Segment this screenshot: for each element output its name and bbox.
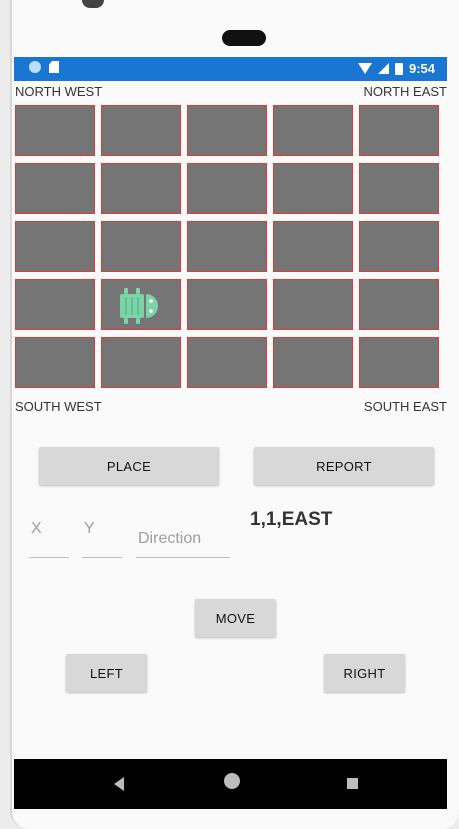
- left-button[interactable]: LEFT: [66, 654, 147, 692]
- board-cell: [15, 105, 95, 156]
- board-cell: [187, 221, 267, 272]
- device-bezel: [12, 0, 459, 57]
- board-cell: [359, 337, 439, 388]
- camera-icon: [82, 0, 104, 8]
- direction-field-wrapper: [136, 508, 230, 558]
- right-button[interactable]: RIGHT: [324, 654, 405, 692]
- board-cell: [15, 279, 95, 330]
- board-cell: [15, 163, 95, 214]
- board-cell: [101, 105, 181, 156]
- y-field-wrapper: [82, 508, 122, 558]
- board-cell: [187, 279, 267, 330]
- android-robot-icon: [120, 288, 158, 324]
- move-button[interactable]: MOVE: [195, 599, 276, 637]
- back-icon[interactable]: [114, 777, 124, 791]
- direction-input[interactable]: [136, 508, 230, 558]
- board-cell: [15, 221, 95, 272]
- board-cell: [273, 337, 353, 388]
- navigation-bar: [14, 759, 447, 809]
- battery-icon: [394, 62, 403, 75]
- board-cell: [273, 163, 353, 214]
- board-cell: [187, 105, 267, 156]
- board-cell: [359, 105, 439, 156]
- report-output: 1,1,EAST: [250, 509, 333, 530]
- board-cell: [359, 221, 439, 272]
- board-cell: [273, 105, 353, 156]
- y-input[interactable]: [82, 508, 122, 558]
- board-cell: [187, 337, 267, 388]
- board-cell: [101, 221, 181, 272]
- board-cell: [359, 279, 439, 330]
- board-grid: [15, 105, 442, 391]
- label-north-east: NORTH EAST: [363, 84, 447, 99]
- speaker-icon: [222, 30, 266, 46]
- recents-icon[interactable]: [347, 778, 358, 789]
- label-north-west: NORTH WEST: [15, 84, 103, 99]
- report-button[interactable]: REPORT: [254, 447, 434, 485]
- app-content: NORTH WEST NORTH EAST SOUTH WEST SOUTH E…: [14, 81, 447, 759]
- notification-dot-icon: [29, 61, 41, 73]
- label-south-west: SOUTH WEST: [15, 399, 102, 414]
- x-field-wrapper: [29, 508, 69, 558]
- board-cell: [187, 163, 267, 214]
- board-cell: [359, 163, 439, 214]
- home-icon[interactable]: [224, 773, 240, 789]
- board-cell: [273, 279, 353, 330]
- wifi-icon: [357, 63, 372, 74]
- board-cell: [273, 221, 353, 272]
- board-cell: [101, 163, 181, 214]
- status-bar: 9:54: [14, 57, 447, 81]
- board-cell: [101, 337, 181, 388]
- x-input[interactable]: [29, 508, 69, 558]
- place-button[interactable]: PLACE: [39, 447, 219, 485]
- signal-icon: [377, 63, 389, 74]
- board-cell: [101, 279, 181, 330]
- board-cell: [15, 337, 95, 388]
- sd-card-icon: [49, 61, 59, 73]
- label-south-east: SOUTH EAST: [363, 399, 447, 414]
- status-time: 9:54: [408, 61, 435, 76]
